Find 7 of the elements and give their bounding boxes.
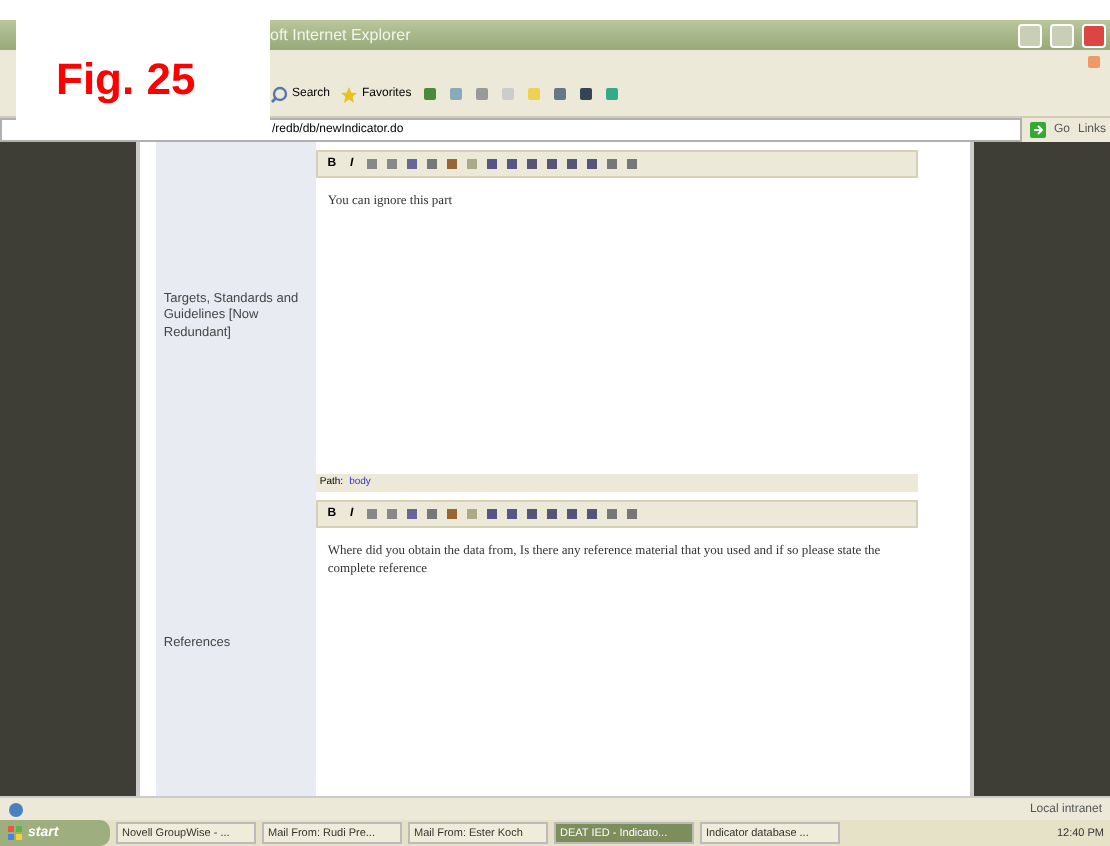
windows-flag-icon: [8, 826, 22, 840]
close-button[interactable]: [1082, 23, 1106, 47]
go-arrow-icon: [1029, 122, 1046, 138]
star-icon: [340, 85, 359, 103]
search-icon: [270, 85, 288, 103]
window-title: oft Internet Explorer: [270, 26, 413, 44]
page-icon: [8, 801, 24, 817]
